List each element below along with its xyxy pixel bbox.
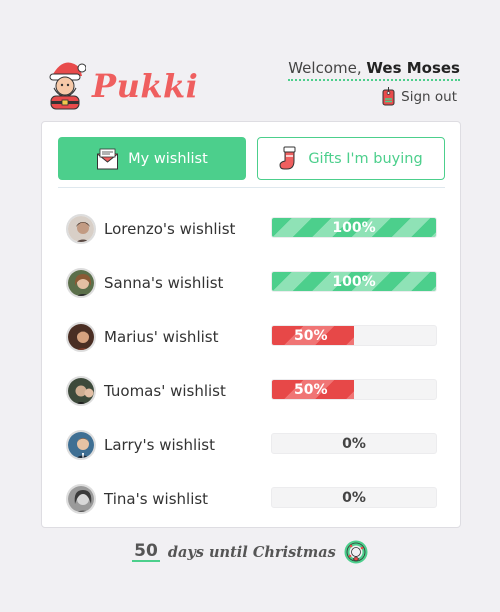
sign-out-label: Sign out <box>401 88 457 105</box>
progress-label: 0% <box>342 489 366 506</box>
avatar <box>66 322 96 352</box>
progress-bar: 50% <box>271 379 437 400</box>
progress-bar: 0% <box>271 487 437 508</box>
progress-label: 50% <box>294 327 328 344</box>
days-count: 50 <box>132 541 160 562</box>
tab-gifts-im-buying[interactable]: Gifts I'm buying <box>257 137 445 180</box>
tab-bar: My wishlist Gifts I'm buying <box>58 137 445 180</box>
avatar <box>66 376 96 406</box>
christmas-countdown: 50 days until Christmas <box>0 540 500 564</box>
gift-tag-icon <box>382 87 395 106</box>
countdown-text: days until Christmas <box>167 543 336 561</box>
progress-bar: 100% <box>271 217 437 238</box>
app-name: Pukki <box>92 67 199 105</box>
avatar <box>66 430 96 460</box>
avatar <box>66 268 96 298</box>
progress-bar: 100% <box>271 271 437 292</box>
wishlist-link[interactable]: Sanna's wishlist <box>104 274 223 292</box>
logo[interactable]: Pukki <box>44 58 198 114</box>
wishlist-link[interactable]: Tina's wishlist <box>104 490 208 508</box>
user-name: Wes Moses <box>366 59 460 77</box>
wishlist-link[interactable]: Lorenzo's wishlist <box>104 220 235 238</box>
avatar <box>66 214 96 244</box>
tab-gifts-label: Gifts I'm buying <box>308 150 423 167</box>
avatar <box>66 484 96 514</box>
wishlist-row-tuomas[interactable]: Tuomas' wishlist 50% <box>66 364 438 418</box>
santa-icon <box>44 58 87 114</box>
header: Pukki Welcome, Wes Moses Sign out <box>0 0 500 120</box>
wishlist-link[interactable]: Tuomas' wishlist <box>104 382 226 400</box>
wishlist-card: My wishlist Gifts I'm buying Lorenzo's w… <box>41 121 461 528</box>
welcome-prefix: Welcome, <box>288 59 362 77</box>
progress-label: 100% <box>332 273 376 290</box>
progress-label: 50% <box>294 381 328 398</box>
progress-bar: 50% <box>271 325 437 346</box>
wishlist-link[interactable]: Larry's wishlist <box>104 436 215 454</box>
progress-label: 100% <box>332 219 376 236</box>
envelope-icon <box>96 148 119 170</box>
tab-my-wishlist[interactable]: My wishlist <box>58 137 246 180</box>
progress-bar: 0% <box>271 433 437 454</box>
divider <box>58 187 445 188</box>
wishlist-row-larry[interactable]: Larry's wishlist 0% <box>66 418 438 472</box>
wishlist-list: Lorenzo's wishlist 100% Sanna's wishlist… <box>66 202 438 526</box>
progress-label: 0% <box>342 435 366 452</box>
wishlist-row-lorenzo[interactable]: Lorenzo's wishlist 100% <box>66 202 438 256</box>
wishlist-row-tina[interactable]: Tina's wishlist 0% <box>66 472 438 526</box>
welcome-message: Welcome, Wes Moses <box>288 59 460 81</box>
tab-my-wishlist-label: My wishlist <box>128 150 208 167</box>
wishlist-link[interactable]: Marius' wishlist <box>104 328 218 346</box>
wishlist-row-sanna[interactable]: Sanna's wishlist 100% <box>66 256 438 310</box>
wreath-icon <box>344 540 368 564</box>
wishlist-row-marius[interactable]: Marius' wishlist 50% <box>66 310 438 364</box>
stocking-icon <box>279 146 299 171</box>
sign-out-link[interactable]: Sign out <box>382 87 457 106</box>
